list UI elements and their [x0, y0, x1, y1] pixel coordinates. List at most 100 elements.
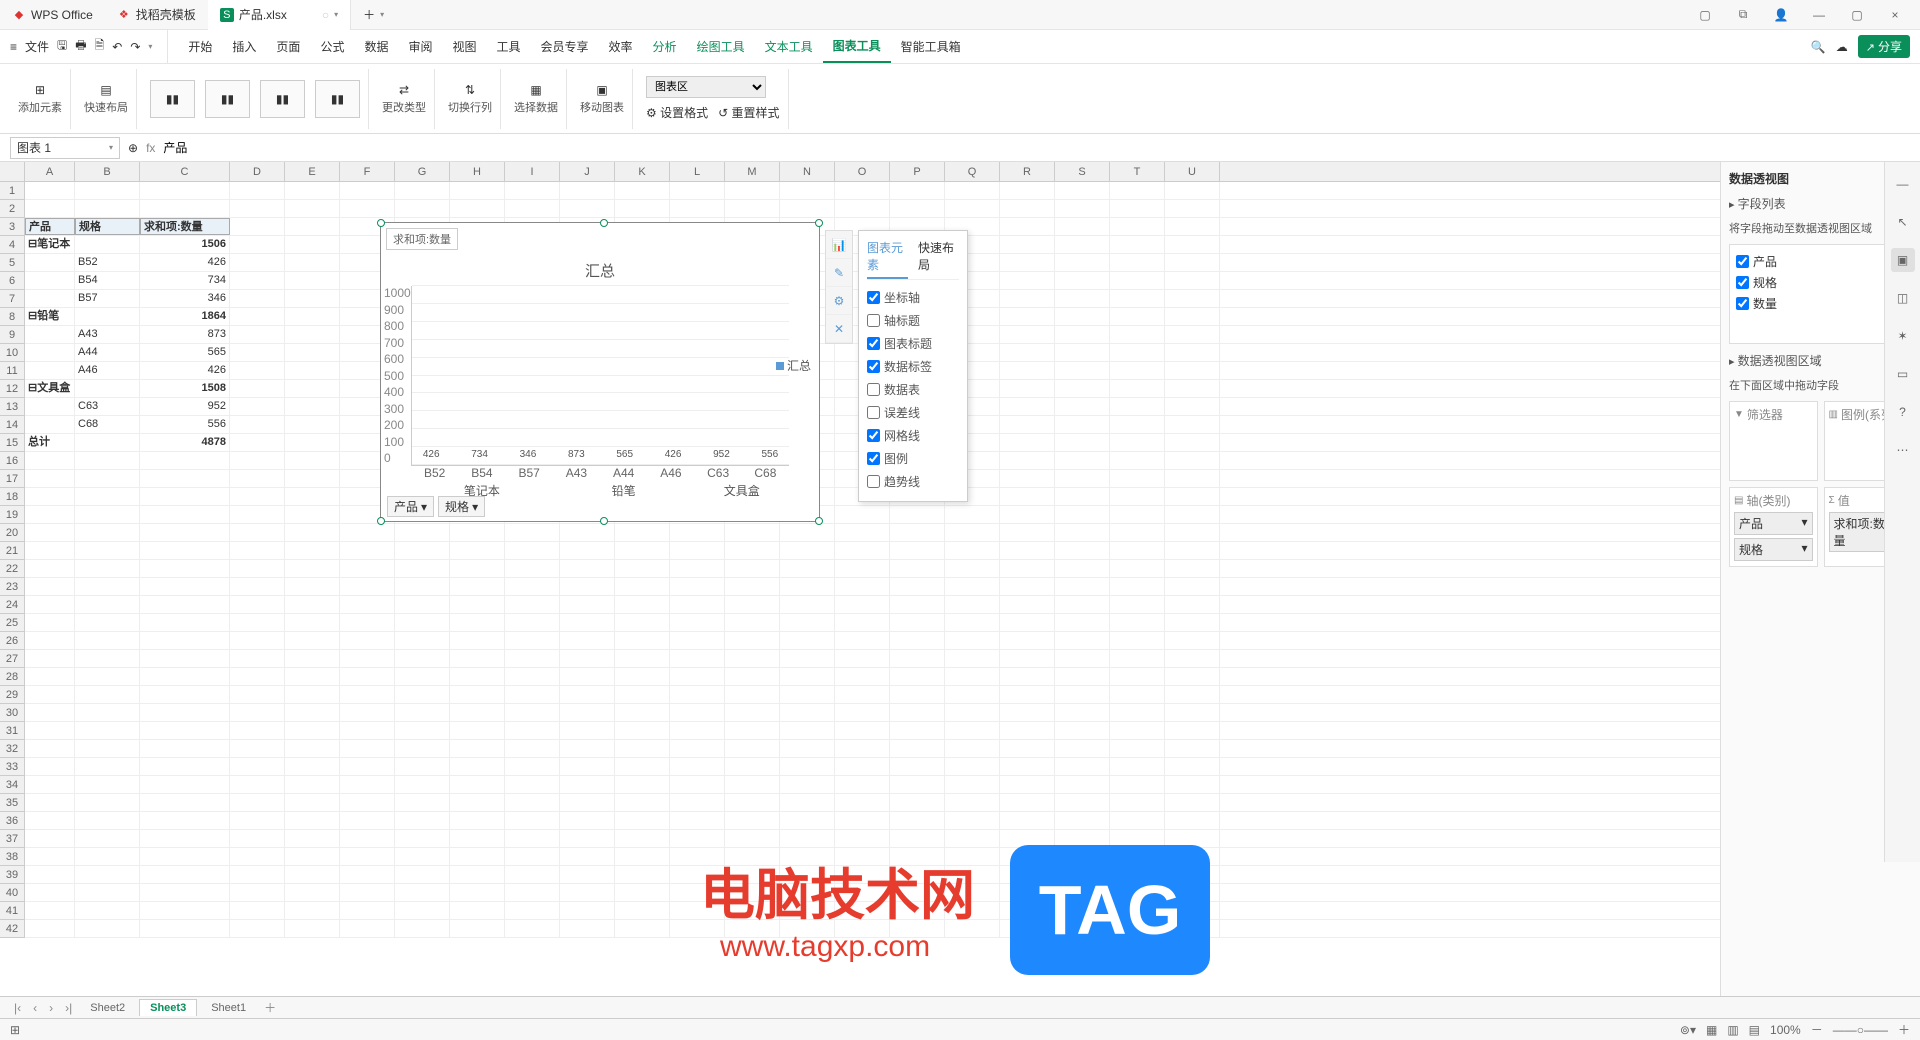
rail-chart-icon[interactable]: ◫: [1891, 286, 1915, 310]
row-header[interactable]: 30: [0, 704, 24, 722]
row-header[interactable]: 36: [0, 812, 24, 830]
row-header[interactable]: 33: [0, 758, 24, 776]
tab-insert[interactable]: 插入: [222, 30, 266, 63]
formula-input[interactable]: [163, 141, 1910, 155]
chart-tools-button[interactable]: ✕: [826, 315, 852, 343]
tab-drawtools[interactable]: 绘图工具: [687, 30, 755, 63]
zoom-out-button[interactable]: －: [1811, 1021, 1823, 1038]
column-header[interactable]: G: [395, 162, 450, 181]
view-dropdown-icon[interactable]: ⊚▾: [1680, 1023, 1696, 1037]
tab-tools[interactable]: 工具: [487, 30, 531, 63]
switch-rowcol-label[interactable]: 切换行列: [448, 99, 492, 115]
style-thumb-1[interactable]: ▮▮: [150, 80, 195, 118]
qat-more-icon[interactable]: ▾: [148, 42, 152, 51]
row-header[interactable]: 37: [0, 830, 24, 848]
field-spec[interactable]: 规格: [1736, 272, 1905, 293]
column-header[interactable]: U: [1165, 162, 1220, 181]
row-header[interactable]: 1: [0, 182, 24, 200]
row-header[interactable]: 9: [0, 326, 24, 344]
row-header[interactable]: 39: [0, 866, 24, 884]
redo-icon[interactable]: ↷: [130, 40, 140, 54]
column-header[interactable]: S: [1055, 162, 1110, 181]
chart-element-toggle[interactable]: 轴标题: [867, 309, 959, 332]
rail-book-icon[interactable]: ▭: [1891, 362, 1915, 386]
column-header[interactable]: F: [340, 162, 395, 181]
maximize-button[interactable]: ▢: [1842, 1, 1872, 29]
column-header[interactable]: R: [1000, 162, 1055, 181]
change-type-icon[interactable]: ⇄: [399, 83, 409, 97]
chart-resize-handle[interactable]: [815, 219, 823, 227]
tab-member[interactable]: 会员专享: [531, 30, 599, 63]
row-header[interactable]: 28: [0, 668, 24, 686]
search-icon[interactable]: 🔍: [1811, 40, 1826, 54]
select-all-corner[interactable]: [0, 162, 25, 181]
add-sheet-button[interactable]: ＋: [260, 999, 280, 1016]
tab-efficiency[interactable]: 效率: [599, 30, 643, 63]
row-header[interactable]: 8: [0, 308, 24, 326]
field-qty[interactable]: 数量: [1736, 293, 1905, 314]
column-header[interactable]: O: [835, 162, 890, 181]
area-title[interactable]: 数据透视图区域: [1738, 354, 1822, 368]
tab-analysis[interactable]: 分析: [643, 30, 687, 63]
rail-effects-icon[interactable]: ✶: [1891, 324, 1915, 348]
change-type-label[interactable]: 更改类型: [382, 99, 426, 115]
sheet-nav-prev[interactable]: ‹: [29, 1001, 41, 1015]
tab-data[interactable]: 数据: [354, 30, 398, 63]
tab-charttools[interactable]: 图表工具: [823, 30, 891, 63]
tab-view[interactable]: 视图: [442, 30, 486, 63]
chart-settings-button[interactable]: ⚙: [826, 287, 852, 315]
cube-icon[interactable]: ⧉: [1728, 1, 1758, 29]
save-icon[interactable]: 🖫: [57, 36, 67, 57]
chart-style-button[interactable]: ✎: [826, 259, 852, 287]
tab-texttools[interactable]: 文本工具: [755, 30, 823, 63]
style-thumb-2[interactable]: ▮▮: [205, 80, 250, 118]
tab-start[interactable]: 开始: [178, 30, 222, 63]
chart-element-select[interactable]: 图表区: [646, 76, 766, 98]
select-data-label[interactable]: 选择数据: [514, 99, 558, 115]
tab-review[interactable]: 审阅: [398, 30, 442, 63]
popup-tab-layout[interactable]: 快速布局: [918, 239, 959, 279]
row-header[interactable]: 18: [0, 488, 24, 506]
row-header[interactable]: 31: [0, 722, 24, 740]
row-header[interactable]: 12: [0, 380, 24, 398]
rail-more-icon[interactable]: ⋯: [1891, 438, 1915, 462]
view-page-icon[interactable]: ▥: [1727, 1023, 1738, 1037]
new-tab-caret[interactable]: ▾: [380, 10, 384, 19]
cloud-icon[interactable]: ☁: [1836, 40, 1848, 54]
row-header[interactable]: 23: [0, 578, 24, 596]
undo-icon[interactable]: ↶: [112, 40, 122, 54]
tab-formula[interactable]: 公式: [310, 30, 354, 63]
row-header[interactable]: 2: [0, 200, 24, 218]
row-header[interactable]: 32: [0, 740, 24, 758]
row-header[interactable]: 6: [0, 272, 24, 290]
chart-field-filter-spec[interactable]: 规格▾: [438, 496, 485, 517]
row-header[interactable]: 20: [0, 524, 24, 542]
row-header[interactable]: 22: [0, 560, 24, 578]
row-header[interactable]: 25: [0, 614, 24, 632]
view-break-icon[interactable]: ▤: [1749, 1023, 1760, 1037]
column-header[interactable]: H: [450, 162, 505, 181]
chart-legend[interactable]: 汇总: [776, 357, 811, 374]
chart-plot-area[interactable]: 10009008007006005004003002001000 4267343…: [411, 286, 789, 466]
chart-element-toggle[interactable]: 数据表: [867, 378, 959, 401]
style-thumb-3[interactable]: ▮▮: [260, 80, 305, 118]
insert-function-icon[interactable]: ⊕: [128, 141, 138, 155]
reset-style-button[interactable]: ↺ 重置样式: [718, 104, 779, 121]
row-header[interactable]: 40: [0, 884, 24, 902]
chart-resize-handle[interactable]: [600, 219, 608, 227]
popup-tab-elements[interactable]: 图表元素: [867, 239, 908, 279]
close-button[interactable]: ×: [1880, 1, 1910, 29]
row-header[interactable]: 5: [0, 254, 24, 272]
column-header[interactable]: D: [230, 162, 285, 181]
tab-smarttoolbox[interactable]: 智能工具箱: [891, 30, 971, 63]
chart-element-toggle[interactable]: 网格线: [867, 424, 959, 447]
chart-resize-handle[interactable]: [815, 517, 823, 525]
row-header[interactable]: 16: [0, 452, 24, 470]
collapse-icon[interactable]: —: [1891, 172, 1915, 196]
row-header[interactable]: 3: [0, 218, 24, 236]
row-header[interactable]: 7: [0, 290, 24, 308]
avatar[interactable]: 👤: [1766, 1, 1796, 29]
row-header[interactable]: 13: [0, 398, 24, 416]
file-menu[interactable]: 文件: [25, 38, 49, 55]
hamburger-icon[interactable]: ≡: [10, 40, 17, 54]
